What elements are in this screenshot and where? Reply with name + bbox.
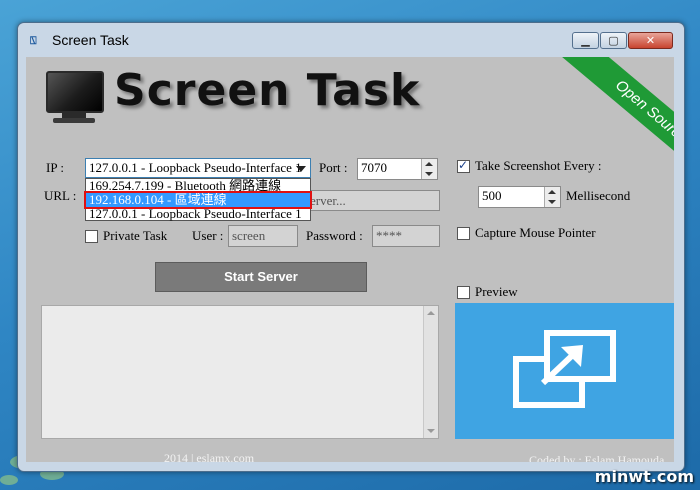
desktop-leaf <box>0 475 18 485</box>
stepper-down-icon[interactable] <box>548 200 556 204</box>
ip-label: IP : <box>46 160 64 175</box>
stepper-up-icon[interactable] <box>425 162 433 166</box>
password-label: Password : <box>306 228 363 243</box>
take-screenshot-checkbox[interactable] <box>457 158 470 173</box>
window-title: Screen Task <box>52 32 129 48</box>
take-screenshot-label: Take Screenshot Every : <box>475 158 602 173</box>
maximize-button[interactable]: ▢ <box>600 32 627 49</box>
stepper-down-icon[interactable] <box>425 172 433 176</box>
interval-stepper-arrows[interactable] <box>544 187 560 207</box>
preview-label: Preview <box>475 284 518 299</box>
capture-mouse-label: Capture Mouse Pointer <box>475 225 596 240</box>
url-label: URL : <box>44 188 77 203</box>
monitor-base <box>53 118 95 123</box>
ip-option[interactable]: 127.0.0.1 - Loopback Pseudo-Interface 1 <box>86 207 310 221</box>
port-stepper-arrows[interactable] <box>421 159 437 179</box>
start-server-button[interactable]: Start Server <box>155 262 367 292</box>
minimize-button[interactable]: ▁ <box>572 32 599 49</box>
chevron-down-icon[interactable] <box>296 166 306 172</box>
private-task-label: Private Task <box>103 228 168 243</box>
user-label: User : <box>192 228 224 243</box>
footer-copyright: 2014 | eslamx.com <box>164 451 255 462</box>
stepper-up-icon[interactable] <box>548 190 556 194</box>
port-value: 7070 <box>361 160 387 175</box>
ip-select-value: 127.0.0.1 - Loopback Pseudo-Interface 1 <box>89 160 302 175</box>
app-window: ⍂ Screen Task ▁ ▢ ✕ Open Source Screen T… <box>17 22 685 472</box>
interval-value: 500 <box>482 188 502 203</box>
private-task-checkbox[interactable] <box>85 230 98 243</box>
ip-select[interactable]: 127.0.0.1 - Loopback Pseudo-Interface 1 <box>85 158 311 178</box>
watermark: minwt.com <box>594 467 694 486</box>
log-textarea[interactable] <box>41 305 439 439</box>
preview-checkbox[interactable] <box>457 286 470 299</box>
scroll-up-icon[interactable] <box>427 311 435 315</box>
app-logo-text: Screen Task <box>114 65 421 116</box>
close-button[interactable]: ✕ <box>628 32 673 49</box>
footer-credit: Coded by : Eslam Hamouda <box>529 453 665 462</box>
interval-stepper[interactable]: 500 <box>478 186 561 208</box>
ip-dropdown-list[interactable]: 169.254.7.199 - Bluetooth 網路連線 192.168.0… <box>84 178 312 221</box>
log-scrollbar[interactable] <box>423 306 438 438</box>
port-stepper[interactable]: 7070 <box>357 158 438 180</box>
scroll-down-icon[interactable] <box>427 429 435 433</box>
title-bar[interactable]: ⍂ Screen Task ▁ ▢ ✕ <box>18 23 684 57</box>
interval-unit: Mellisecond <box>566 188 631 203</box>
ip-option-selected[interactable]: 192.168.0.104 - 區域連線 <box>84 191 312 209</box>
screen-task-app-icon: ⍂ <box>30 34 37 47</box>
url-field[interactable]: erver... <box>306 190 440 211</box>
url-value: erver... <box>310 193 346 208</box>
user-field[interactable]: screen <box>228 225 298 247</box>
screen-share-icon <box>513 330 616 408</box>
user-placeholder: screen <box>232 228 266 243</box>
password-field[interactable]: **** <box>372 225 440 247</box>
ip-option[interactable]: 169.254.7.199 - Bluetooth 網路連線 <box>86 179 310 193</box>
password-value: **** <box>376 228 402 243</box>
monitor-icon <box>46 71 104 113</box>
port-label: Port : <box>319 160 348 175</box>
capture-mouse-checkbox[interactable] <box>457 227 470 240</box>
preview-pane <box>455 303 674 439</box>
client-area: Open Source Screen Task IP : 127.0.0.1 -… <box>26 57 674 462</box>
